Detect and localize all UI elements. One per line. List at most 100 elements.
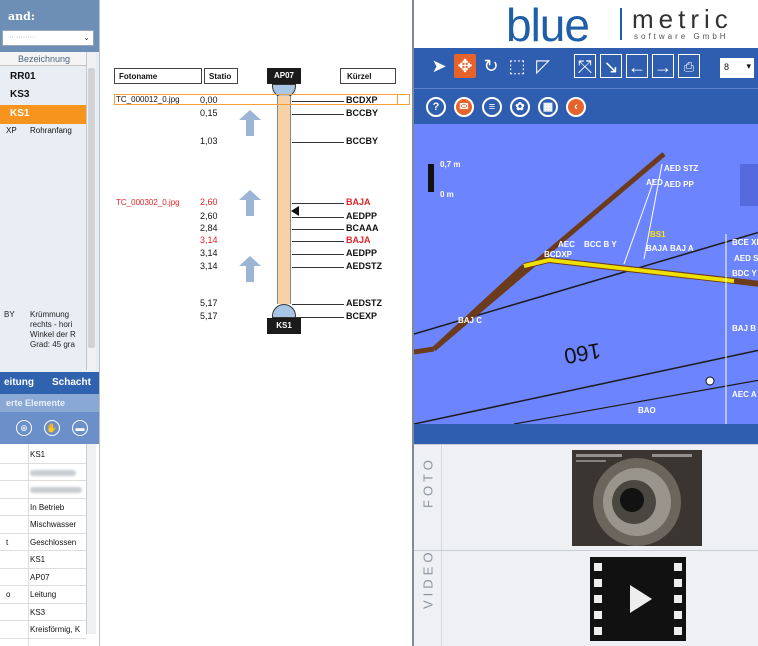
project-select[interactable]: ··· ········ ⌄ [2,30,94,46]
column-header-label: Bezeichnung [18,54,71,64]
tab-schacht[interactable]: Schacht [52,377,91,388]
hand-icon[interactable]: ✋ [44,420,60,436]
pointer-icon[interactable]: ➤ [428,54,450,78]
observation-code[interactable]: AEDPP [346,248,377,258]
observation-code[interactable]: AEDSTZ [346,261,382,271]
view-label[interactable]: AED [646,178,663,187]
view-label[interactable]: BS1 [650,230,666,239]
section-header: erte Elemente [0,394,99,412]
view-footer [414,424,758,444]
property-row[interactable] [0,481,86,499]
view-label[interactable]: AEC [558,240,575,249]
observation-code[interactable]: BCCBY [346,136,378,146]
view-label[interactable]: BDC Y [732,269,757,278]
property-row[interactable]: Mischwasser [0,516,86,534]
tree-item-ks3[interactable]: KS3 [0,86,86,105]
rotate-icon[interactable]: ↻ [480,54,502,78]
folder-icon[interactable]: ▬ [72,420,88,436]
property-value: KS1 [30,555,46,564]
zoom-region-icon[interactable]: ↘ [600,54,622,78]
observation-code: XP [6,126,17,135]
observation-code[interactable]: BCCBY [346,108,378,118]
inspection-photo[interactable] [572,450,702,546]
photo-panel-label: FOTO [420,455,436,508]
station-value: 2,84 [200,223,218,233]
photo-sidebar[interactable]: FOTO [414,445,442,550]
3d-pipe-view[interactable]: 0,7 m 0 m AED STZ AED AED PP BCC B Y AEC… [414,124,758,424]
view-label[interactable]: BCE XP [732,238,758,247]
view-label[interactable]: BAJ A [670,244,694,253]
view-label[interactable]: BAJ C [458,316,482,325]
property-row[interactable]: KS1 [0,551,86,569]
logo-blue: blue [506,0,590,51]
property-row[interactable]: Kreisförmig, K [0,621,86,639]
column-header[interactable]: Bezeichnung [0,52,86,66]
view-label[interactable]: AED PP [664,180,694,189]
video-panel: VIDEO [414,548,758,646]
left-arrow-icon[interactable]: ← [626,54,648,78]
tab-leitung[interactable]: eitung [4,377,34,388]
manhole-ap07[interactable]: AP07 [267,68,301,84]
angle-icon[interactable]: ◸ [532,54,554,78]
view-label[interactable]: BAJA [646,244,668,253]
property-row[interactable]: KS1 [0,446,86,464]
tab-bar: eitung Schacht [0,372,99,394]
tree-scrollbar[interactable] [86,52,96,370]
photo-link[interactable]: TC_000012_0.jpg [116,95,180,104]
layers-icon[interactable]: ▦ [538,97,558,117]
video-sidebar[interactable]: VIDEO [414,548,442,646]
view-label[interactable]: AEC A [732,390,757,399]
property-value: In Betrieb [30,502,65,512]
view-label[interactable]: AED STZ [664,164,698,173]
manhole-ks1[interactable]: KS1 [267,318,301,334]
pipe-network-canvas[interactable] [414,124,758,424]
code-column-header: Kürzel [340,68,396,84]
tree-item-label: RR01 [10,71,36,82]
pipe-segment[interactable] [277,96,291,304]
zoom-select[interactable]: 8 ▾ [720,58,754,78]
print-icon[interactable]: ⎙ [678,54,700,78]
palette-icon[interactable]: ✿ [510,97,530,117]
view-label[interactable]: BCDXP [544,250,572,259]
property-row[interactable]: o Leitung [0,586,86,604]
select-box-icon[interactable]: ⬚ [506,54,528,78]
photo-link[interactable]: TC_000302_0.jpg [116,198,180,207]
mail-icon[interactable]: ✉ [454,97,474,117]
property-row[interactable]: In Betrieb [0,499,86,516]
action-toolbar: ? ✉ ≡ ✿ ▦ ‹ [414,88,758,124]
property-row[interactable]: KS3 [0,604,86,621]
station-value: 2,60 [200,211,218,221]
fit-icon[interactable]: ⤧ [574,54,596,78]
property-row[interactable]: AP07 [0,569,86,586]
scrollbar-thumb[interactable] [88,68,95,348]
tree-item-ks1[interactable]: KS1 [0,105,86,124]
tree-item-rr01[interactable]: RR01 [0,68,86,87]
observation-code[interactable]: BCEXP [346,311,377,321]
view-label[interactable]: AED S [734,254,758,263]
observation-code[interactable]: BCAAA [346,223,379,233]
observation-code[interactable]: BAJA [346,235,371,245]
station-value: 0,00 [200,95,218,105]
observation-code[interactable]: BCDXP [346,95,378,105]
help-icon[interactable]: ? [426,97,446,117]
leader-line [292,142,344,143]
panel-title: and: [8,10,35,23]
observation-code[interactable]: AEDSTZ [346,298,382,308]
viewer-panel: blue metric software GmbH ➤ ✥ ↻ ⬚ ◸ ⤧ ↘ … [412,0,758,646]
observation-code[interactable]: AEDPP [346,211,377,221]
view-label[interactable]: BAJ B [732,324,756,333]
view-label[interactable]: BAO [638,406,656,415]
video-thumbnail[interactable] [590,557,686,641]
property-row[interactable]: t Geschlossen [0,534,86,551]
property-row[interactable] [0,464,86,481]
manhole-cap-bottom [272,304,296,318]
back-icon[interactable]: ‹ [566,97,586,117]
right-arrow-icon[interactable]: → [652,54,674,78]
chevron-down-icon[interactable]: ⌄ [83,33,90,42]
list-icon[interactable]: ≡ [482,97,502,117]
add-element-icon[interactable]: ⊕ [16,420,32,436]
observation-code[interactable]: BAJA [346,197,371,207]
view-label[interactable]: BCC B Y [584,240,617,249]
list-scrollbar[interactable] [86,444,96,634]
move-icon[interactable]: ✥ [454,54,476,78]
